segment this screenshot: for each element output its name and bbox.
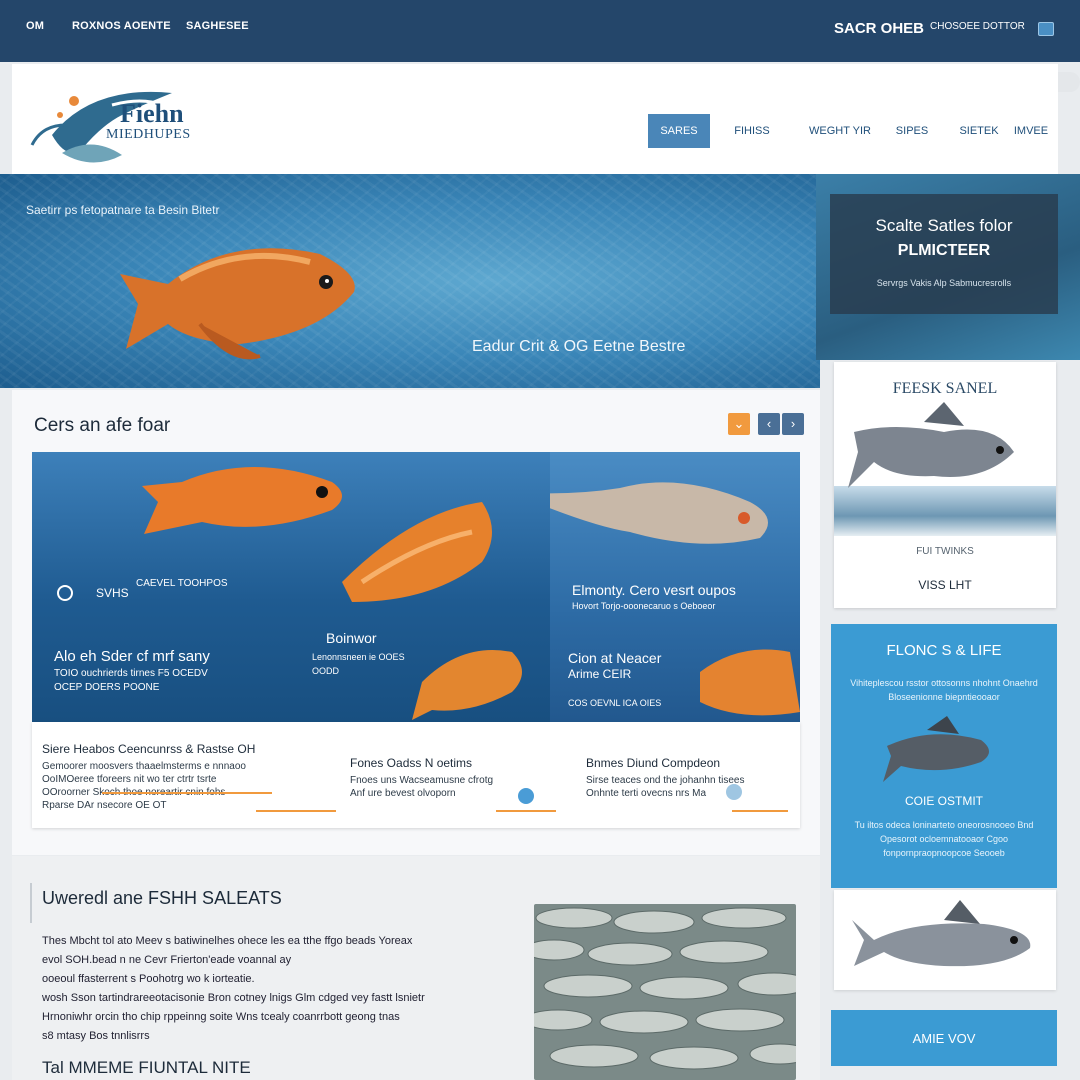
info-card-underline bbox=[496, 810, 556, 812]
feature-tag2: CAEVEL TOOHPOS bbox=[136, 578, 228, 589]
feature-panel-left[interactable]: SVHS CAEVEL TOOHPOS Alo eh Sder cf mrf s… bbox=[32, 452, 550, 722]
nav-item-6[interactable]: IMVEE bbox=[1010, 114, 1052, 148]
info-card-desc: Gemoorer moosvers thaaelmsterms e nnnaoo… bbox=[42, 761, 246, 811]
side-fish-image-icon bbox=[852, 900, 1031, 967]
side-info-panel: FLONC S & LIFE Vihiteplescou rsstor otto… bbox=[831, 624, 1057, 888]
info-card-underline-2 bbox=[256, 810, 336, 812]
article-title: Uweredl ane FSHH SALEATS bbox=[42, 888, 282, 908]
hero-tagline: Eadur Crit & OG Eetne Bestre bbox=[472, 338, 686, 355]
info-card-icon bbox=[518, 788, 534, 804]
side-card-cta[interactable]: VISS LHT bbox=[834, 578, 1056, 592]
info-card-desc: Fnoes uns Wacseamusne cfrotg Anf ure bev… bbox=[350, 775, 494, 799]
feature-sub-heading: Boinwor bbox=[326, 630, 377, 646]
top-phone: CHOSOEE DOTTOR bbox=[930, 21, 1025, 32]
info-card-title: Fones Oadss N oetims bbox=[350, 756, 473, 770]
feature-right-heading2: Cion at Neacer bbox=[568, 650, 662, 666]
feature-heading: Alo eh Sder cf mrf sany bbox=[54, 648, 210, 665]
logo-subtitle: MIEDHUPES bbox=[106, 127, 191, 142]
side-panel-title: FLONC S & LIFE bbox=[886, 642, 1002, 659]
nav-item-5[interactable]: SIETEK bbox=[952, 114, 1006, 148]
nav-item-2[interactable]: FIHISS bbox=[722, 114, 782, 148]
info-card-desc: Sirse teaces ond the johanhn tisees Onhn… bbox=[586, 775, 745, 799]
feature-sub-line2: OODD bbox=[312, 666, 339, 676]
feature-right-heading: Elmonty. Cero vesrt oupos bbox=[572, 582, 736, 598]
article-body: Thes Mbcht tol ato Meev s batiwinelhes o… bbox=[42, 932, 512, 1046]
top-bar: OM ROXNOS AOENTE SAGHESEE SACR OHEB CHOS… bbox=[0, 0, 1080, 62]
article-line: wosh Sson tartindrareeotacisonie Bron co… bbox=[42, 992, 425, 1004]
info-card-3[interactable]: Bnmes Diund Compdeon Sirse teaces ond th… bbox=[586, 722, 796, 828]
feature-right-line2: Arime CEIR bbox=[568, 667, 632, 681]
prev-arrow-button[interactable]: ‹ bbox=[758, 413, 780, 435]
nav-item-4[interactable]: SIPES bbox=[888, 114, 936, 148]
top-brand[interactable]: SACR OHEB bbox=[834, 20, 924, 37]
info-card-title: Siere Heabos Ceencunrss & Rastse OH bbox=[42, 742, 256, 756]
next-arrow-button[interactable]: › bbox=[782, 413, 804, 435]
info-card-underline bbox=[102, 792, 272, 794]
promo-title: Scalte Satles folor bbox=[875, 216, 1013, 235]
article-line: s8 mtasy Bos tnnlisrrs bbox=[42, 1030, 150, 1042]
feature-line1: TOIO ouchrierds tirnes F5 OCEDV bbox=[54, 668, 208, 679]
fish-pile-icon bbox=[534, 907, 796, 1070]
info-card-icon bbox=[726, 784, 742, 800]
info-card-1[interactable]: Siere Heabos Ceencunrss & Rastse OH Gemo… bbox=[42, 722, 336, 828]
article-line: Thes Mbcht tol ato Meev s batiwinelhes o… bbox=[42, 935, 413, 947]
side-fish-image bbox=[834, 890, 1056, 990]
info-card-2[interactable]: Fones Oadss N oetims Fnoes uns Wacseamus… bbox=[350, 722, 570, 828]
hero-caption: Saetirr ps fetopatnare ta Besin Bitetr bbox=[26, 203, 220, 217]
article-line: Hrnoniwhr orcin tho chip rppeinng soite … bbox=[42, 1011, 400, 1023]
side-panel-subtitle: COIE OSTMIT bbox=[905, 794, 983, 808]
top-link-1[interactable]: OM bbox=[26, 20, 44, 32]
side-action-button[interactable]: AMIE VOV bbox=[831, 1010, 1057, 1066]
feature-tag: SVHS bbox=[96, 586, 129, 600]
promo-text: Servrgs Vakis Alp Sabmucresrolls bbox=[876, 278, 1012, 288]
side-product-card[interactable]: FEESK SANEL FUI TWINKS VISS LHT bbox=[834, 362, 1056, 608]
info-card-underline bbox=[732, 810, 788, 812]
info-card-title: Bnmes Diund Compdeon bbox=[586, 756, 721, 770]
side-card-subtitle: FUI TWINKS bbox=[916, 546, 974, 557]
logo-title: Fiehn bbox=[120, 99, 184, 128]
info-cards: Siere Heabos Ceencunrss & Rastse OH Gemo… bbox=[32, 722, 800, 828]
feature-right-line1: Hovort Torjo-ooonecaruo s Oeboeor bbox=[572, 601, 716, 611]
feature-panel-right[interactable]: Elmonty. Cero vesrt oupos Hovort Torjo-o… bbox=[550, 452, 800, 722]
article-footer-heading: Tal MMEME FIUNTAL NITE bbox=[42, 1058, 251, 1077]
dropdown-button[interactable]: ⌄ bbox=[728, 413, 750, 435]
article-accent-line bbox=[30, 883, 32, 923]
fish-pile-image bbox=[534, 904, 796, 1080]
side-card-fish-icon bbox=[848, 402, 1014, 488]
nav-item-1[interactable]: SARES bbox=[648, 114, 710, 148]
side-panel-text: Vihiteplescou rsstor ottosonns nhohnt On… bbox=[850, 678, 1038, 702]
article-line: ooeoul ffasterrent s Poohotrg wo k iorte… bbox=[42, 973, 255, 985]
hero-banner: Saetirr ps fetopatnare ta Besin Bitetr E… bbox=[0, 174, 820, 388]
promo-box[interactable]: Scalte Satles folor PLMICTEER Servrgs Va… bbox=[830, 194, 1058, 314]
article-line: evol SOH.bead n ne Cevr Frierton'eade vo… bbox=[42, 954, 292, 966]
cart-icon[interactable] bbox=[1038, 22, 1054, 36]
top-link-2[interactable]: ROXNOS AOENTE bbox=[72, 20, 171, 32]
feature-sub-line1: Lenonnsneen ie OOES bbox=[312, 652, 405, 662]
top-link-3[interactable]: SAGHESEE bbox=[186, 20, 249, 32]
feature-right-line3: COS OEVNL ICA OIES bbox=[568, 698, 662, 708]
site-logo[interactable]: Fiehn MIEDHUPES bbox=[22, 75, 222, 171]
side-panel-fish-icon bbox=[883, 716, 989, 782]
feature-line2: OCEP DOERS POONE bbox=[54, 682, 160, 693]
section-title: Cers an afe foar bbox=[34, 415, 171, 436]
promo-subtitle: PLMICTEER bbox=[897, 242, 991, 259]
side-panel-text2: Tu iltos odeca loninarteto oneorosnooeo … bbox=[854, 820, 1034, 858]
nav-item-3[interactable]: WEGHT YIR bbox=[802, 114, 878, 148]
